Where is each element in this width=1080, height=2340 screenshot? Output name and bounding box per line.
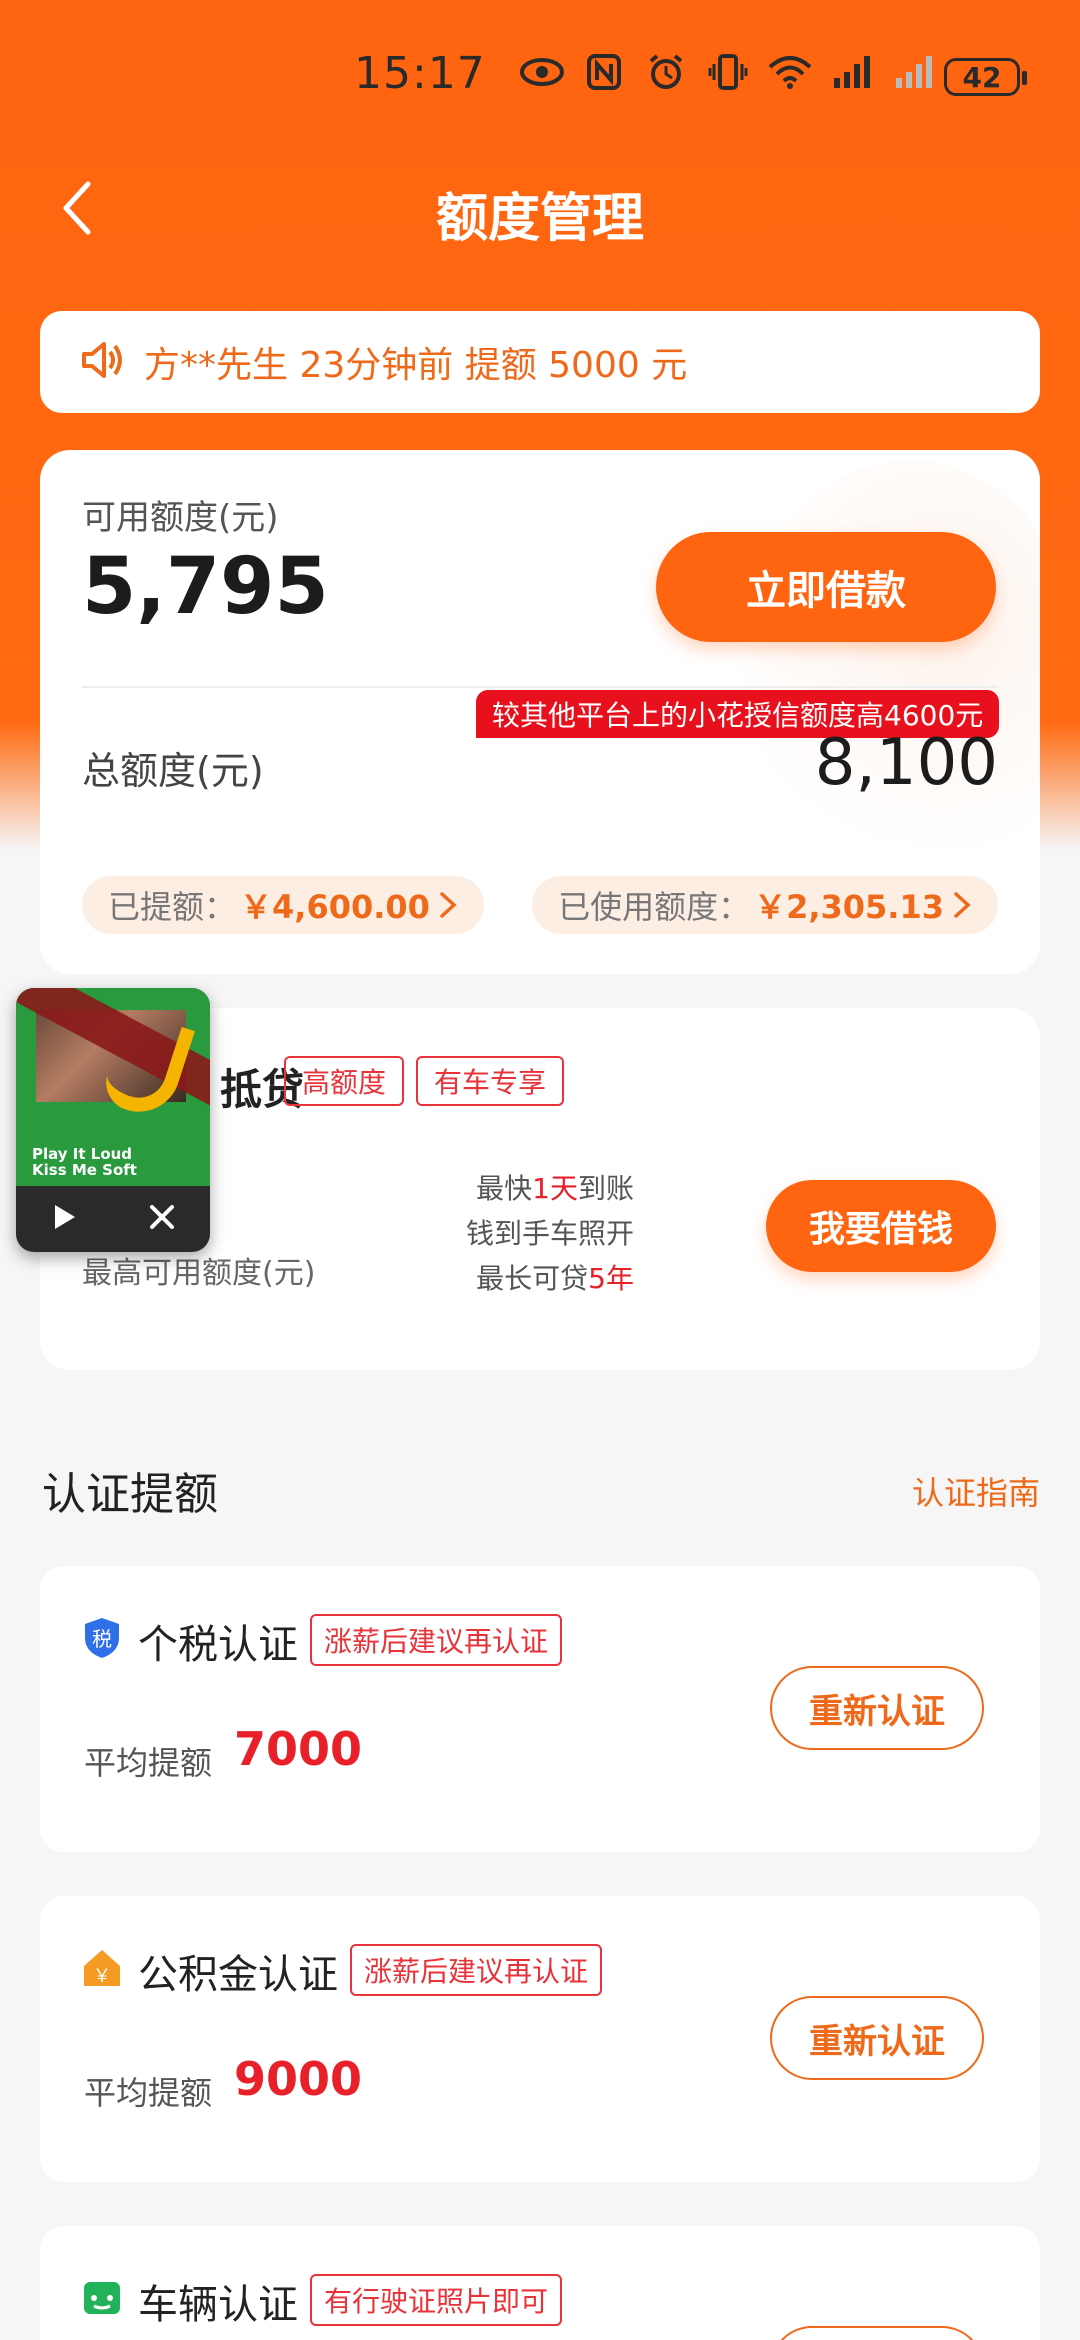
avg-increase-value: 9000	[234, 2052, 363, 2106]
withdrawn-amount-pill[interactable]: 已提额： ￥4,600.00	[82, 876, 484, 934]
available-credit-label: 可用额度(元)	[82, 498, 279, 538]
avg-increase-label: 平均提额	[84, 1744, 213, 1782]
signal-empty-icon	[892, 52, 936, 92]
svg-text:税: 税	[92, 1627, 112, 1651]
verify-title: 车辆认证	[138, 2282, 298, 2328]
tag-high-limit: 高额度	[284, 1056, 405, 1106]
chevron-right-icon	[440, 892, 457, 918]
play-icon[interactable]	[51, 1202, 79, 1236]
credit-summary-card: 可用额度(元) 5,795 立即借款 较其他平台上的小花授信额度高4600元 总…	[40, 450, 1040, 974]
speaker-icon	[78, 336, 126, 388]
car-icon	[82, 2276, 122, 2320]
divider	[82, 686, 998, 688]
status-time: 15:17	[354, 48, 486, 99]
total-credit-value: 8,100	[814, 726, 998, 800]
reverify-button[interactable]: 重新认证	[770, 1666, 984, 1750]
alarm-icon	[644, 52, 688, 92]
album-art[interactable]: Play It Loud Kiss Me Soft	[16, 988, 210, 1186]
want-loan-button[interactable]: 我要借钱	[766, 1180, 996, 1272]
verify-card-tax[interactable]: 税 个税认证 涨薪后建议再认证 平均提额 7000 重新认证	[40, 1566, 1040, 1852]
available-credit-value: 5,795	[82, 542, 329, 632]
verify-title: 个税认证	[138, 1622, 298, 1668]
withdrawn-label: 已提额：	[108, 888, 237, 926]
used-value: ￥2,305.13	[754, 888, 944, 926]
player-controls	[16, 1186, 210, 1252]
svg-text:￥: ￥	[93, 1966, 111, 1987]
notice-bar[interactable]: 方**先生 23分钟前 提额 5000 元	[40, 311, 1040, 413]
feature-fast: 最快1天到账	[476, 1172, 634, 1205]
used-label: 已使用额度：	[558, 888, 751, 926]
used-amount-pill[interactable]: 已使用额度： ￥2,305.13	[532, 876, 998, 934]
tax-shield-icon: 税	[82, 1616, 122, 1660]
verify-section-title: 认证提额	[42, 1469, 218, 1520]
close-icon[interactable]	[148, 1203, 176, 1235]
verify-tag: 涨薪后建议再认证	[350, 1944, 603, 1996]
status-bar: 15:17 42	[0, 0, 1080, 130]
total-credit-label: 总额度(元)	[82, 749, 264, 793]
verify-tag: 有行驶证照片即可	[310, 2274, 563, 2326]
reverify-button[interactable]: 重新认证	[770, 1996, 984, 2080]
vehicle-verify-button[interactable]	[770, 2326, 984, 2340]
notice-text: 方**先生 23分钟前 提额 5000 元	[144, 345, 688, 386]
album-title: Play It Loud Kiss Me Soft	[32, 1145, 137, 1179]
page-title: 额度管理	[435, 189, 644, 249]
verify-guide-link[interactable]: 认证指南	[912, 1468, 1040, 1514]
house-fund-icon: ￥	[82, 1946, 122, 1990]
loan-limit-label: 最高可用额度(元)	[82, 1256, 316, 1291]
vibrate-icon	[706, 52, 750, 92]
floating-music-player[interactable]: Play It Loud Kiss Me Soft	[16, 988, 210, 1252]
nfc-icon	[582, 52, 626, 92]
chevron-right-icon	[954, 892, 971, 918]
borrow-now-button[interactable]: 立即借款	[656, 532, 996, 642]
verify-card-housing-fund[interactable]: ￥ 公积金认证 涨薪后建议再认证 平均提额 9000 重新认证	[40, 1896, 1040, 2182]
loan-features: 最快1天到账 钱到手车照开 最长可贷5年	[420, 1166, 634, 1301]
feature-keep-car: 钱到手车照开	[465, 1217, 634, 1250]
feature-term: 最长可贷5年	[476, 1262, 634, 1295]
avg-increase-label: 平均提额	[84, 2074, 213, 2112]
tag-car-owner: 有车专享	[416, 1056, 565, 1106]
wifi-icon	[768, 52, 812, 92]
status-icons	[520, 52, 936, 92]
verify-tag: 涨薪后建议再认证	[310, 1614, 563, 1666]
avg-increase-value: 7000	[234, 1722, 363, 1776]
signal-4g-icon	[830, 52, 874, 92]
battery-icon: 42	[944, 58, 1027, 96]
withdrawn-value: ￥4,600.00	[240, 888, 430, 926]
verify-card-vehicle[interactable]: 车辆认证 有行驶证照片即可	[40, 2226, 1040, 2340]
verify-title: 公积金认证	[138, 1952, 338, 1998]
eye-icon	[520, 52, 564, 92]
card-watermark	[740, 460, 1040, 880]
